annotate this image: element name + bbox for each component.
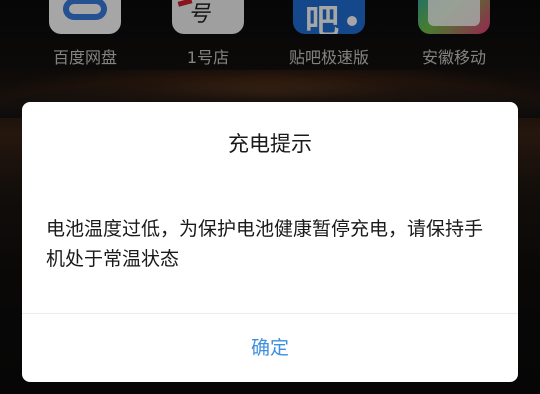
phone-screen: 百度网盘 号 1号店 吧 贴吧极速版 安徽移动 充电提示 电池温度过低，为保护电…	[0, 0, 540, 394]
charging-alert-dialog: 充电提示 电池温度过低，为保护电池健康暂停充电，请保持手机处于常温状态 确定	[22, 102, 518, 382]
confirm-button[interactable]: 确定	[22, 314, 518, 382]
dialog-message: 电池温度过低，为保护电池健康暂停充电，请保持手机处于常温状态	[46, 218, 484, 270]
dialog-title: 充电提示	[228, 132, 312, 156]
